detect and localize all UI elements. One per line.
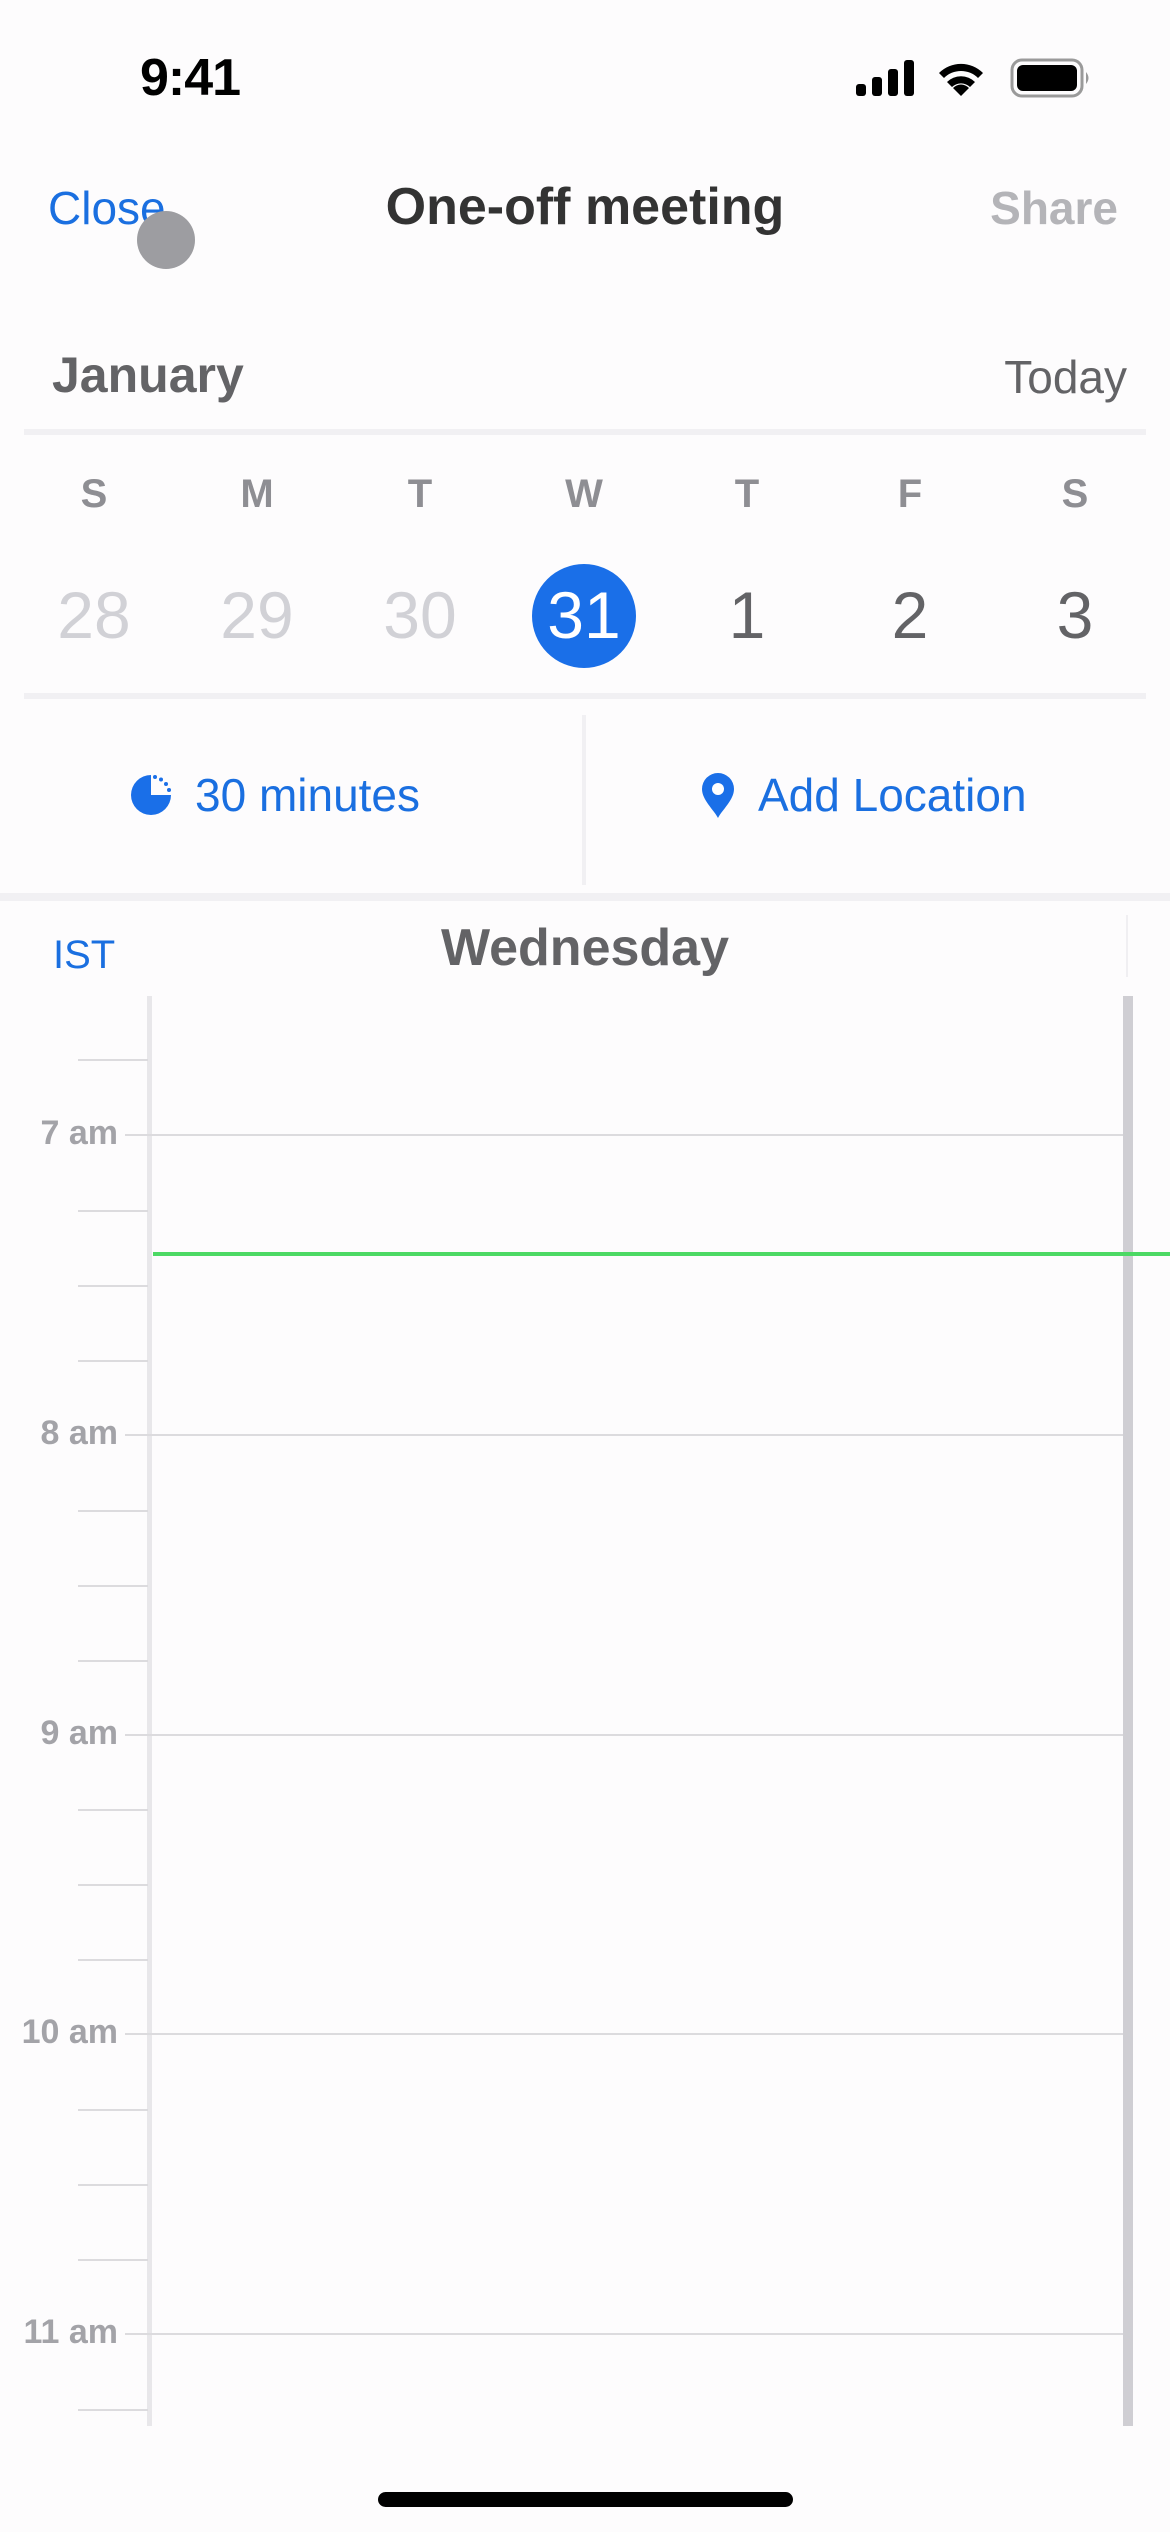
cellular-signal-icon [856,60,914,96]
hour-label: 10 am [21,2013,118,2051]
quarter-tick [78,1585,148,1587]
today-button[interactable]: Today [1004,350,1127,404]
month-label: January [52,347,244,403]
quarter-tick [78,1959,148,1961]
hour-line [125,1134,1123,1136]
hour-line [125,1434,1123,1436]
touch-indicator [137,211,195,269]
quarter-tick [78,2109,148,2111]
hour-line [125,2033,1123,2035]
quarter-tick [78,2184,148,2186]
wifi-icon [939,63,983,96]
hour-line [125,1734,1123,1736]
hour-label: 7 am [40,1114,119,1152]
quarter-tick [78,1809,148,1811]
quarter-tick [78,2409,148,2411]
quarter-tick [78,1660,148,1662]
duration-pie-icon [131,775,171,815]
day-timeline[interactable] [0,996,1170,2426]
share-button[interactable]: Share [990,181,1118,235]
weekday-label: F [897,472,923,516]
quarter-tick [78,2259,148,2261]
home-indicator [378,2492,793,2507]
date-cell[interactable]: 3 [1015,580,1135,650]
duration-label: 30 minutes [195,769,421,821]
date-cell[interactable]: 28 [34,580,154,650]
location-label: Add Location [758,769,1027,821]
divider [0,893,1170,901]
quarter-tick [78,1285,148,1287]
current-time-indicator [153,1252,1170,1256]
divider [24,429,1146,435]
date-cell[interactable]: 29 [197,580,317,650]
quarter-tick [78,1884,148,1886]
divider [24,693,1146,699]
hour-label: 9 am [40,1714,119,1752]
weekday-label: S [1061,472,1089,516]
duration-button[interactable]: 30 minutes [129,768,420,822]
weekday-label: S [80,472,108,516]
divider [1126,915,1128,977]
vertical-divider [582,715,586,885]
status-bar-time: 9:41 [140,49,241,107]
weekday-label: T [734,472,760,516]
weekday-label: W [565,472,603,516]
date-cell[interactable]: 30 [360,580,480,650]
timeline-scrollbar[interactable] [1123,996,1133,2426]
quarter-tick [78,1210,148,1212]
weekday-label: T [407,472,433,516]
quarter-tick [78,1059,148,1061]
quarter-tick [78,1510,148,1512]
date-cell[interactable]: 2 [850,580,970,650]
add-location-button[interactable]: Add Location [700,768,1027,822]
weekday-label: M [240,472,274,516]
date-cell-selected[interactable]: 31 [524,580,644,650]
date-cell[interactable]: 1 [687,580,807,650]
hour-label: 8 am [40,1414,119,1452]
hour-label: 11 am [23,2313,118,2351]
hour-line [125,2333,1123,2335]
battery-icon [1010,58,1089,98]
quarter-tick [78,1360,148,1362]
day-name-heading: Wednesday [440,919,730,977]
location-pin-icon [702,773,734,818]
